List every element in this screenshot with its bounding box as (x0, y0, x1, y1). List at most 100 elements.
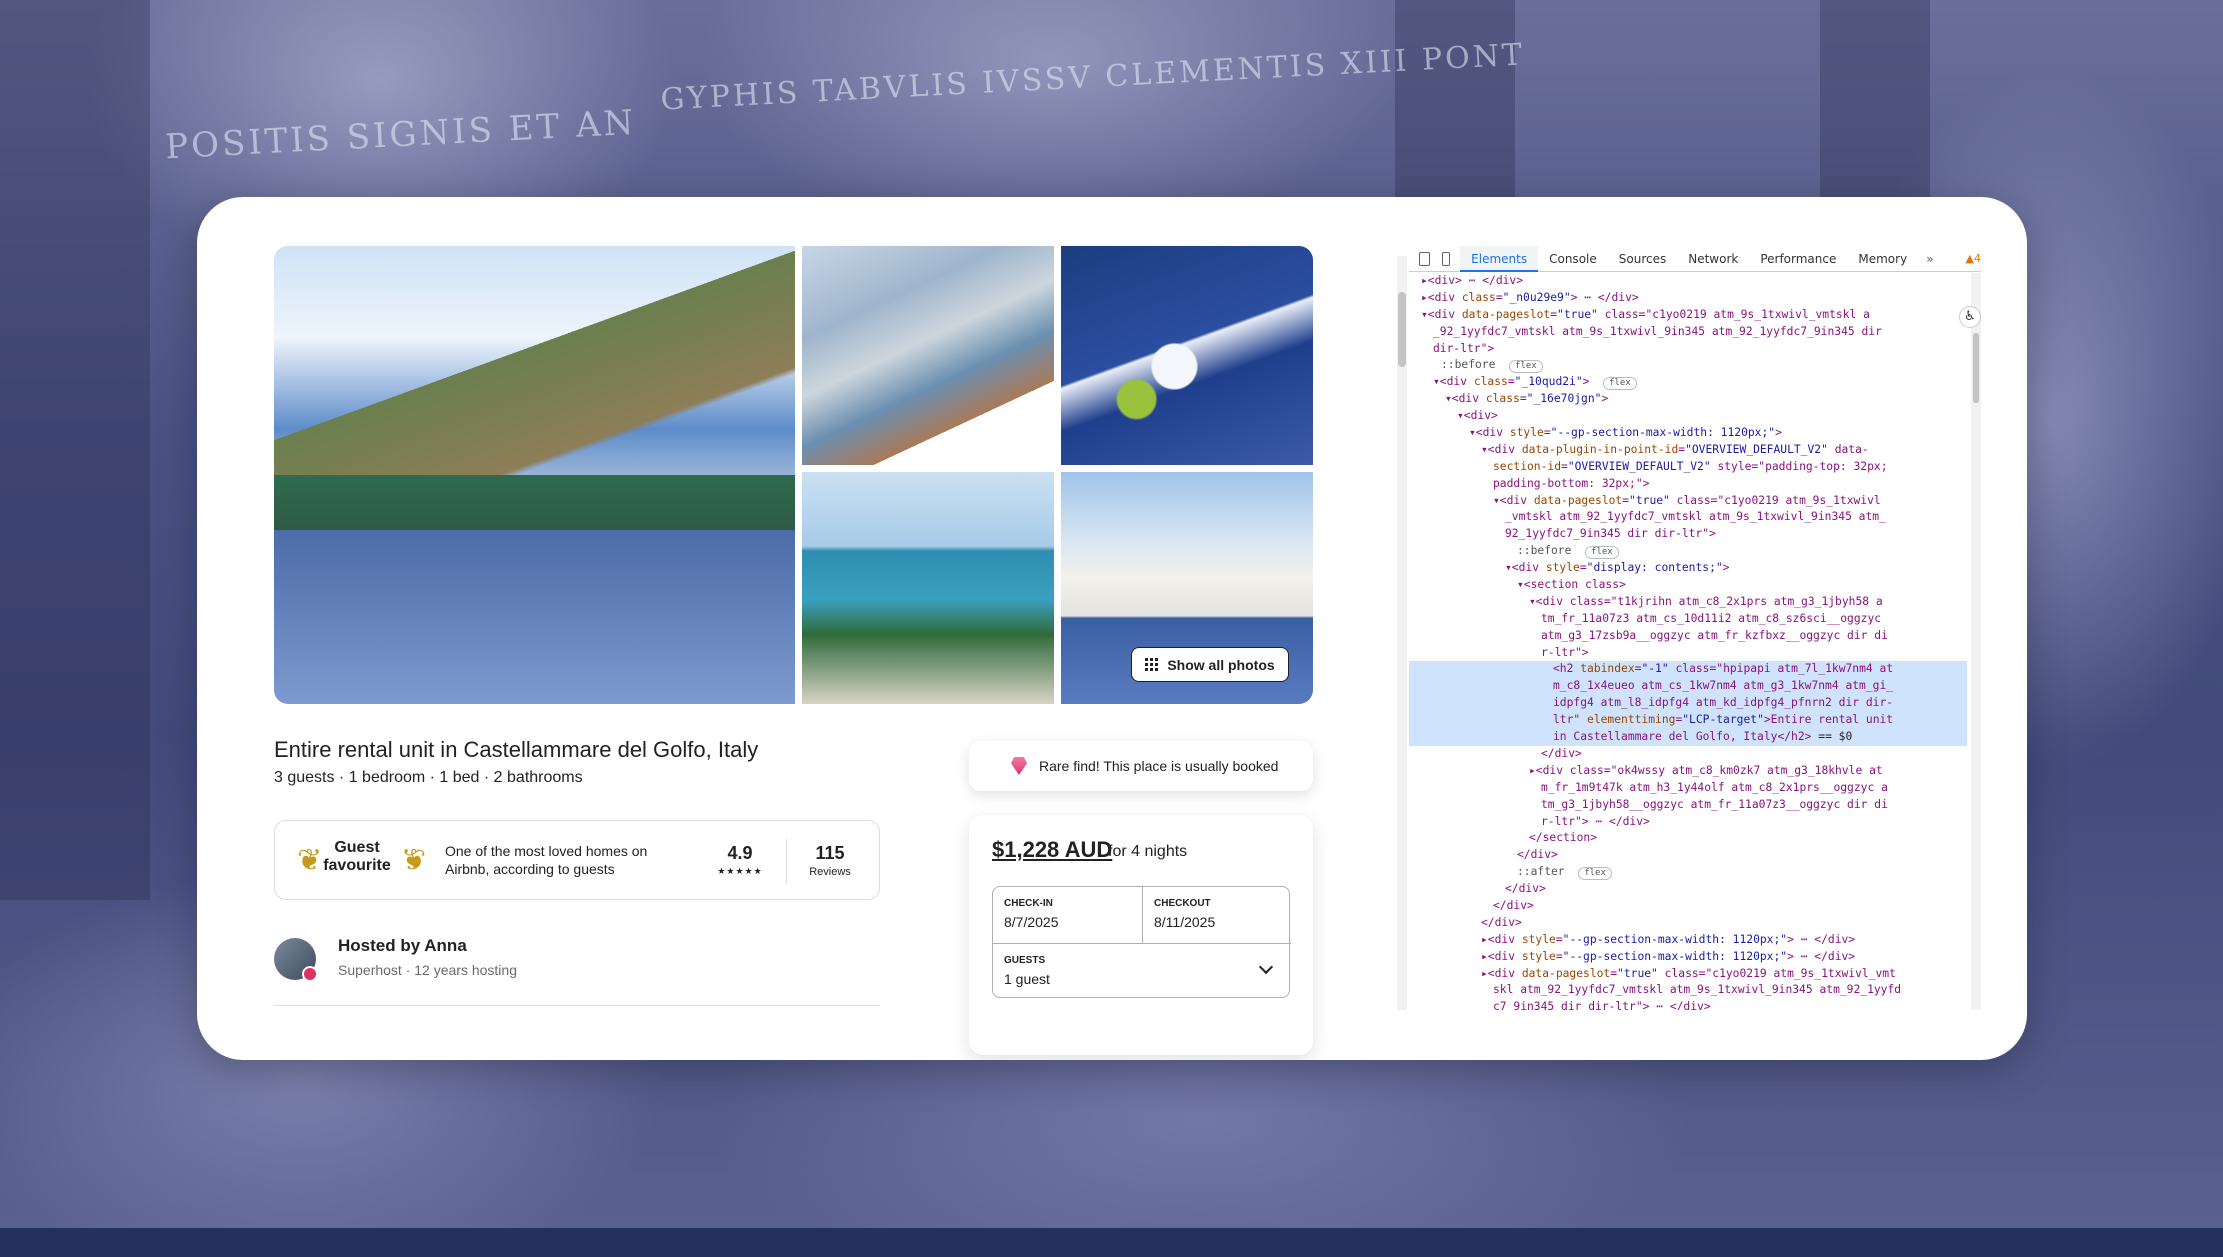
dom-tree-line[interactable]: r-ltr"> ⋯ </div> (1409, 814, 1967, 831)
dom-tree-line[interactable]: ▾<section class> (1409, 577, 1967, 594)
dom-tree-line[interactable]: ::before flex (1409, 543, 1967, 560)
airbnb-listing: Show all photos Entire rental unit in Ca… (197, 197, 1347, 1055)
listing-photo-thumb[interactable] (1061, 246, 1313, 465)
dom-tree-line[interactable]: _vmtskl atm_92_1yyfdc7_vmtskl atm_9s_1tx… (1409, 509, 1967, 526)
dates-guests-picker: CHECK-IN 8/7/2025 CHECKOUT 8/11/2025 GUE… (992, 886, 1291, 999)
checkin-value: 8/7/2025 (1004, 914, 1059, 930)
dom-tree-line[interactable]: ▸<div class="_n0u29e9"> ⋯ </div> (1409, 290, 1967, 307)
rating-value: 4.9 (727, 843, 753, 863)
more-tabs-icon[interactable]: » (1918, 252, 1941, 266)
dom-tree-line[interactable]: m_c8_1x4eueo atm_cs_1kw7nm4 atm_g3_1kw7n… (1409, 678, 1967, 696)
laurel-right-icon: ❦ (401, 844, 427, 877)
rare-find-text: Rare find! This place is usually booked (1039, 758, 1279, 774)
devtools-tabbar: Elements Console Sources Network Perform… (1409, 246, 1981, 272)
dom-tree-line[interactable]: c7_9in345 dir dir-ltr"> ⋯ </div> (1409, 999, 1967, 1010)
guests-value: 1 guest (1004, 971, 1050, 987)
reviews[interactable]: 115 Reviews (795, 843, 865, 878)
dom-tree-line[interactable]: ::before flex (1409, 357, 1967, 374)
host-name: Hosted by Anna (338, 936, 467, 955)
chevron-down-icon (1258, 959, 1274, 975)
dom-tree-line[interactable]: 92_1yyfdc7_9in345 dir dir-ltr"> (1409, 526, 1967, 543)
checkin-label: CHECK-IN (1004, 898, 1053, 909)
dom-tree-line[interactable]: ▾<div class="_10qud2i"> flex (1409, 374, 1967, 391)
dom-tree-line[interactable]: ▾<div data-pageslot="true" class="c1yo02… (1409, 493, 1967, 510)
rating: 4.9 ★★★★★ (711, 843, 769, 877)
tab-memory[interactable]: Memory (1847, 246, 1918, 272)
checkout-label: CHECKOUT (1154, 898, 1211, 909)
dom-tree-line[interactable]: r-ltr"> (1409, 645, 1967, 662)
guests-label: GUESTS (1004, 955, 1046, 966)
dom-tree-line[interactable]: m_fr_1m9t47k atm_h3_1y44olf atm_c8_2x1pr… (1409, 780, 1967, 797)
dom-tree-line[interactable]: atm_g3_17zsb9a__oggzyc atm_fr_kzfbxz__og… (1409, 628, 1967, 645)
checkout-field[interactable]: CHECKOUT 8/11/2025 (1143, 887, 1291, 943)
reviews-label: Reviews (809, 866, 851, 878)
dom-tree-line[interactable]: ▾<div style="display: contents;"> (1409, 560, 1967, 577)
checkin-field[interactable]: CHECK-IN 8/7/2025 (993, 887, 1142, 943)
listing-photo-thumb[interactable] (802, 246, 1054, 465)
background-inscription: POSITIS SIGNIS ET AN (164, 102, 638, 168)
dom-tree-line[interactable]: _92_1yyfdc7_vmtskl atm_9s_1txwivl_9in345… (1409, 324, 1967, 341)
tab-network[interactable]: Network (1677, 246, 1749, 272)
tab-elements[interactable]: Elements (1460, 246, 1539, 272)
host-details: Superhost · 12 years hosting (338, 962, 517, 978)
dom-tree-line[interactable]: skl atm_92_1yyfdc7_vmtskl atm_9s_1txwivl… (1409, 982, 1967, 999)
guests-select[interactable]: GUESTS 1 guest (993, 944, 1291, 999)
price-suffix: for 4 nights (1108, 843, 1188, 860)
dom-tree-line[interactable]: ▸<div data-pageslot="true" class="c1yo02… (1409, 966, 1967, 983)
dom-tree-line[interactable]: tm_fr_11a07z3 atm_cs_10d11i2 atm_c8_sz6s… (1409, 611, 1967, 628)
listing-title: Entire rental unit in Castellammare del … (274, 737, 759, 762)
dom-tree-line[interactable]: ▾<div class="_16e70jgn"> (1409, 391, 1967, 408)
device-toolbar-icon[interactable] (1441, 251, 1451, 266)
warning-count[interactable]: ▲4 (1966, 252, 1981, 265)
page-scrollbar[interactable] (1397, 256, 1407, 1010)
rare-find-banner: Rare find! This place is usually booked (969, 741, 1313, 791)
dom-tree-line[interactable]: ▸<div style="--gp-section-max-width: 112… (1409, 949, 1967, 966)
dom-tree-line[interactable]: ::after flex (1409, 864, 1967, 881)
tab-console[interactable]: Console (1538, 246, 1608, 272)
guest-favourite-box[interactable]: ❦ Guest favourite ❦ One of the most love… (274, 820, 880, 900)
price[interactable]: $1,228 AUD (992, 837, 1112, 863)
dom-tree-line[interactable]: </div> (1409, 881, 1967, 898)
dom-tree-line[interactable]: </div> (1409, 746, 1967, 763)
elements-scrollbar[interactable] (1971, 273, 1981, 1010)
dom-tree-line[interactable]: ▸<div> ⋯ </div> (1409, 273, 1967, 290)
dom-tree-line[interactable]: section-id="OVERVIEW_DEFAULT_V2" style="… (1409, 459, 1967, 476)
reviews-count: 115 (815, 843, 845, 863)
listing-subtitle: 3 guests · 1 bedroom · 1 bed · 2 bathroo… (274, 769, 583, 786)
dom-tree-line[interactable]: tm_g3_1jbyh58__oggzyc atm_fr_11a07z3__og… (1409, 797, 1967, 814)
dom-tree-line[interactable]: idpfg4 atm_l8_idpfg4 atm_kd_idpfg4_pfnrn… (1409, 695, 1967, 713)
dom-tree-line[interactable]: </section> (1409, 830, 1967, 847)
dom-tree-line[interactable]: ▾<div> (1409, 408, 1967, 425)
tab-sources[interactable]: Sources (1608, 246, 1677, 272)
show-all-photos-button[interactable]: Show all photos (1131, 647, 1289, 682)
dom-tree-line[interactable]: padding-bottom: 32px;"> (1409, 476, 1967, 493)
devtools-panel: Elements Console Sources Network Perform… (1397, 246, 1981, 1010)
elements-tree[interactable]: ▸<div> ⋯ </div> ▸<div class="_n0u29e9"> ⋯… (1409, 273, 1967, 1010)
dom-tree-line[interactable]: </div> (1409, 915, 1967, 932)
guest-favourite-label: Guest favourite (323, 839, 391, 874)
dom-tree-line[interactable]: ▸<div style="--gp-section-max-width: 112… (1409, 932, 1967, 949)
listing-photo-main[interactable] (274, 246, 795, 704)
booking-widget: $1,228 AUD for 4 nights CHECK-IN 8/7/202… (969, 815, 1313, 1055)
footer-bar (0, 1228, 2223, 1257)
background-column (0, 0, 150, 900)
listing-photo-thumb[interactable] (802, 472, 1054, 704)
inspect-element-icon[interactable] (1419, 251, 1430, 266)
guest-favourite-description: One of the most loved homes on Airbnb, a… (445, 843, 648, 877)
dom-tree-line[interactable]: <h2 tabindex="-1" class="hpipapi atm_7l_… (1409, 661, 1967, 679)
dom-tree-line[interactable]: </div> (1409, 847, 1967, 864)
dom-tree-line[interactable]: </div> (1409, 898, 1967, 915)
checkout-value: 8/11/2025 (1154, 914, 1216, 930)
dom-tree-line[interactable]: dir-ltr"> (1409, 341, 1967, 358)
show-all-photos-label: Show all photos (1167, 656, 1275, 673)
dom-tree-line[interactable]: ▾<div data-pageslot="true" class="c1yo02… (1409, 307, 1967, 324)
dom-tree-line[interactable]: ltr" elementtiming="LCP-target">Entire r… (1409, 712, 1967, 730)
superhost-badge-icon (302, 966, 318, 982)
dom-tree-line[interactable]: ▾<div data-plugin-in-point-id="OVERVIEW_… (1409, 442, 1967, 459)
dom-tree-line[interactable]: ▾<div style="--gp-section-max-width: 112… (1409, 425, 1967, 442)
dom-tree-line[interactable]: ▸<div class="ok4wssy atm_c8_km0zk7 atm_g… (1409, 763, 1967, 780)
dom-tree-line[interactable]: in Castellammare del Golfo, Italy</h2> =… (1409, 729, 1967, 746)
accessibility-icon[interactable]: ♿ (1959, 306, 1981, 328)
dom-tree-line[interactable]: ▾<div class="t1kjrihn atm_c8_2x1prs atm_… (1409, 594, 1967, 611)
tab-performance[interactable]: Performance (1749, 246, 1847, 272)
